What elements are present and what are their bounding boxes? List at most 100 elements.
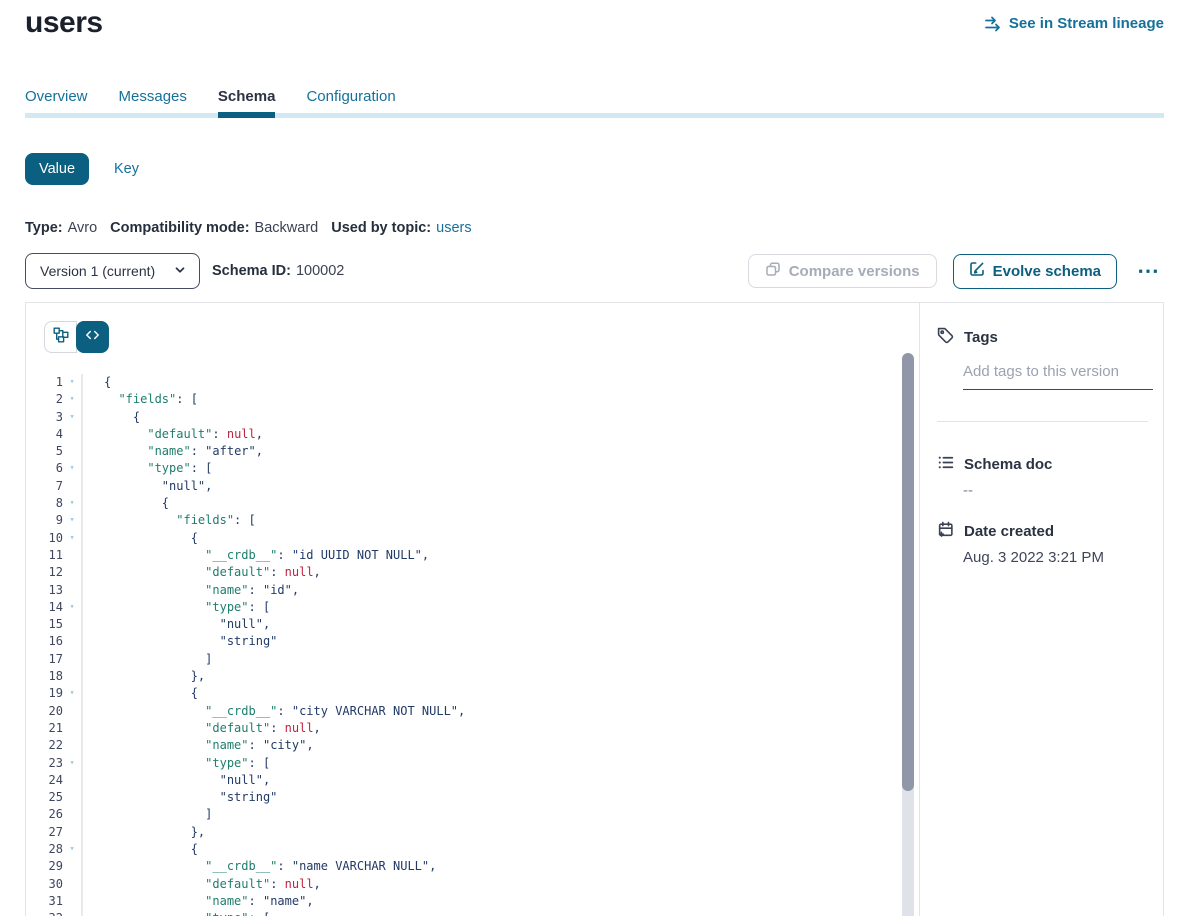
serde-toggle: Value Key: [25, 153, 139, 185]
line-number: 13: [26, 582, 63, 599]
collapse-arrow-placeholder: [63, 582, 83, 599]
code-scrollbar-thumb[interactable]: [902, 353, 914, 791]
code-text: "type": [: [83, 755, 270, 772]
tags-heading: Tags: [964, 329, 998, 346]
tags-input[interactable]: [963, 363, 1153, 390]
collapse-arrow-icon[interactable]: ▾: [63, 409, 83, 426]
schema-doc-icon: [937, 454, 954, 475]
collapse-arrow-icon[interactable]: ▾: [63, 910, 83, 916]
code-text: "__crdb__": "city VARCHAR NOT NULL",: [83, 703, 465, 720]
date-created-value: Aug. 3 2022 3:21 PM: [963, 549, 1148, 566]
collapse-arrow-placeholder: [63, 564, 83, 581]
version-bar: Version 1 (current) Schema ID: 100002 Co…: [25, 253, 1164, 289]
code-text: "null",: [83, 478, 212, 495]
collapse-arrow-icon[interactable]: ▾: [63, 374, 83, 391]
tab-configuration[interactable]: Configuration: [306, 88, 395, 118]
code-text: "null",: [83, 772, 270, 789]
key-tab-button[interactable]: Key: [114, 161, 139, 177]
line-number: 14: [26, 599, 63, 616]
code-line: 10▾ {: [26, 530, 919, 547]
code-line: 19▾ {: [26, 685, 919, 702]
collapse-arrow-icon[interactable]: ▾: [63, 460, 83, 477]
code-text: "null",: [83, 616, 270, 633]
code-line: 4 "default": null,: [26, 426, 919, 443]
line-number: 19: [26, 685, 63, 702]
line-number: 22: [26, 737, 63, 754]
line-number: 6: [26, 460, 63, 477]
line-number: 29: [26, 858, 63, 875]
collapse-arrow-icon[interactable]: ▾: [63, 495, 83, 512]
evolve-schema-label: Evolve schema: [993, 263, 1101, 280]
stream-lineage-icon: [984, 16, 1002, 32]
code-text: "__crdb__": "name VARCHAR NULL",: [83, 858, 436, 875]
code-text: "fields": [: [83, 512, 256, 529]
version-actions: Compare versions Evolve schema ⋯: [748, 254, 1164, 289]
line-number: 20: [26, 703, 63, 720]
value-tab-button[interactable]: Value: [25, 153, 89, 185]
line-number: 28: [26, 841, 63, 858]
tab-messages[interactable]: Messages: [119, 88, 187, 118]
line-number: 32: [26, 910, 63, 916]
collapse-arrow-placeholder: [63, 824, 83, 841]
code-text: "string": [83, 633, 277, 650]
collapse-arrow-placeholder: [63, 651, 83, 668]
collapse-arrow-icon[interactable]: ▾: [63, 841, 83, 858]
code-line: 15 "null",: [26, 616, 919, 633]
code-view-button[interactable]: [76, 321, 109, 353]
code-line: 2▾ "fields": [: [26, 391, 919, 408]
more-options-icon: ⋯: [1137, 258, 1160, 283]
code-text: "name": "name",: [83, 893, 314, 910]
code-line: 26 ]: [26, 806, 919, 823]
topic-link[interactable]: users: [436, 220, 471, 236]
tree-view-icon: [53, 327, 69, 348]
code-view-icon: [85, 328, 100, 347]
collapse-arrow-icon[interactable]: ▾: [63, 530, 83, 547]
line-number: 1: [26, 374, 63, 391]
line-number: 30: [26, 876, 63, 893]
line-number: 25: [26, 789, 63, 806]
compatibility-pair: Compatibility mode: Backward: [110, 220, 318, 236]
schema-doc-section: Schema doc --: [937, 454, 1148, 499]
evolve-schema-icon: [969, 261, 985, 281]
code-lines: 1▾{2▾ "fields": [3▾ {4 "default": null,5…: [26, 374, 919, 916]
schema-id-label: Schema ID:: [212, 263, 291, 279]
tab-schema[interactable]: Schema: [218, 88, 276, 118]
collapse-arrow-icon[interactable]: ▾: [63, 755, 83, 772]
code-text: "default": null,: [83, 564, 321, 581]
type-pair: Type: Avro: [25, 220, 97, 236]
code-line: 18 },: [26, 668, 919, 685]
version-select[interactable]: Version 1 (current): [25, 253, 200, 289]
stream-lineage-link[interactable]: See in Stream lineage: [984, 15, 1164, 32]
more-options-button[interactable]: ⋯: [1133, 260, 1164, 282]
code-line: 32▾ "type": [: [26, 910, 919, 916]
tab-overview[interactable]: Overview: [25, 88, 88, 118]
line-number: 15: [26, 616, 63, 633]
collapse-arrow-icon[interactable]: ▾: [63, 685, 83, 702]
evolve-schema-button[interactable]: Evolve schema: [953, 254, 1117, 289]
line-number: 31: [26, 893, 63, 910]
collapse-arrow-placeholder: [63, 633, 83, 650]
code-scrollbar-track[interactable]: [902, 353, 914, 916]
schema-doc-value: --: [963, 482, 1148, 499]
page-title: users: [25, 6, 103, 40]
compare-versions-button[interactable]: Compare versions: [748, 254, 937, 288]
collapse-arrow-icon[interactable]: ▾: [63, 512, 83, 529]
line-number: 27: [26, 824, 63, 841]
line-number: 5: [26, 443, 63, 460]
collapse-arrow-icon[interactable]: ▾: [63, 391, 83, 408]
code-text: ]: [83, 651, 212, 668]
compare-versions-icon: [765, 261, 781, 281]
tab-bar: Overview Messages Schema Configuration: [25, 88, 1164, 118]
tree-view-button[interactable]: [44, 321, 77, 353]
code-line: 8▾ {: [26, 495, 919, 512]
code-text: "name": "id",: [83, 582, 299, 599]
collapse-arrow-placeholder: [63, 720, 83, 737]
collapse-arrow-icon[interactable]: ▾: [63, 599, 83, 616]
line-number: 21: [26, 720, 63, 737]
schema-id: Schema ID: 100002: [212, 263, 344, 279]
code-text: "name": "after",: [83, 443, 263, 460]
line-number: 8: [26, 495, 63, 512]
tags-heading-row: Tags: [937, 327, 1148, 348]
line-number: 18: [26, 668, 63, 685]
type-value: Avro: [68, 220, 98, 236]
